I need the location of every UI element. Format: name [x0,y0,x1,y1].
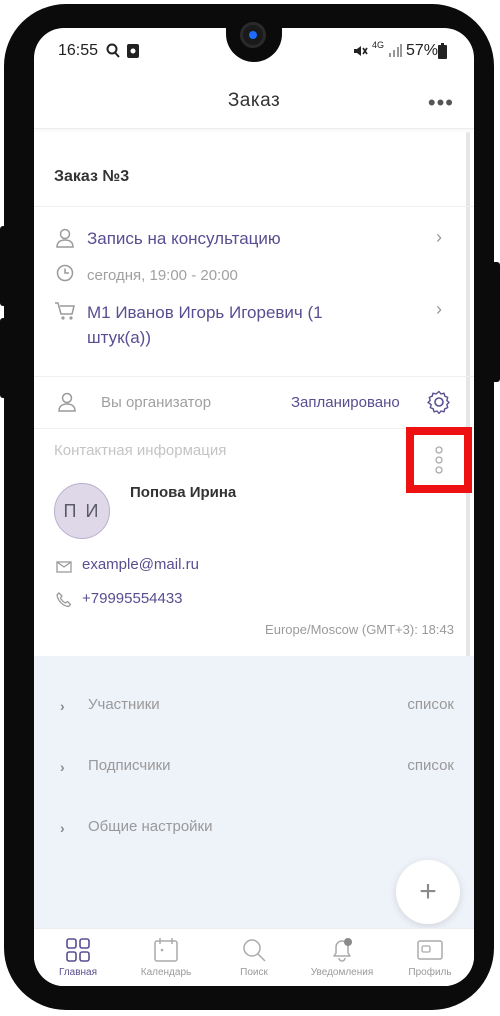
accordion-label: Участники [88,696,160,713]
tab-profile[interactable]: Профиль [386,929,474,986]
tab-label: Профиль [408,967,452,978]
schedule-text: сегодня, 19:00 - 20:00 [87,267,238,284]
battery-percent: 57% [406,42,439,59]
cart-icon [54,301,76,326]
tab-label: Главная [58,967,98,978]
accordion-general-settings[interactable]: › Общие настройки [34,810,474,850]
accordion-label: Подписчики [88,757,171,774]
tab-notifications[interactable]: Уведомления [298,929,386,986]
signal-icon [388,43,402,62]
avatar: П И [54,483,110,539]
timezone-text: Europe/Moscow (GMT+3): 18:43 [265,622,454,637]
search-icon [241,937,267,963]
phone-icon [56,592,72,613]
chevron-right-icon: › [60,820,65,836]
mute-icon [352,43,368,64]
list-link[interactable]: список [407,696,454,713]
page-title: Заказ [227,90,281,111]
accordion-label: Общие настройки [88,818,213,835]
battery-icon [438,43,447,64]
phone-link[interactable]: +79995554433 [82,590,183,607]
clock-icon [56,264,74,287]
status-time: 16:55 [58,42,99,59]
tab-calendar[interactable]: Календарь [122,929,210,986]
item-line-2[interactable]: штук(а)) [87,328,151,348]
tab-label: Поиск [240,967,268,978]
divider [34,376,474,377]
add-button[interactable]: + [396,860,460,924]
person-icon [56,228,74,253]
tab-label: Календарь [140,967,192,978]
bell-icon [329,937,355,963]
order-title: Заказ №3 [54,168,130,185]
app-screen: 16:55 4G 57% Заказ ••• Заказ №3 Запись н… [34,28,474,986]
service-link[interactable]: Запись на консультацию [87,229,281,249]
tab-home[interactable]: Главная [34,929,122,986]
volume-button [0,318,10,398]
divider [34,206,474,207]
search-status-icon [106,43,120,64]
power-button [490,262,500,382]
accordion-subscribers[interactable]: › Подписчики список [34,749,474,789]
gear-icon[interactable] [427,390,451,419]
chevron-right-icon[interactable]: › [436,227,442,248]
contact-section-label: Контактная информация [54,442,227,459]
chevron-right-icon: › [60,759,65,775]
email-link[interactable]: example@mail.ru [82,556,199,573]
chevron-right-icon[interactable]: › [436,299,442,320]
status-badge[interactable]: Запланировано [291,394,400,411]
profile-card-icon [417,937,443,963]
bottom-tab-bar: Главная Календарь Поиск Уведомления Проф… [34,928,474,986]
tab-search[interactable]: Поиск [210,929,298,986]
calendar-icon [153,937,179,963]
app-header: Заказ ••• [34,76,474,129]
mail-icon [56,560,72,578]
chevron-right-icon: › [60,698,65,714]
home-grid-icon [65,937,91,963]
front-camera [240,22,266,48]
volume-button [0,226,10,306]
organizer-text: Вы организатор [101,394,212,411]
more-dots-icon[interactable]: ••• [428,90,454,116]
app-status-icon [126,43,140,64]
person-icon [58,392,76,417]
network-label: 4G [372,40,385,50]
contact-name: Попова Ирина [130,484,237,501]
tab-label: Уведомления [310,967,374,978]
item-line-1[interactable]: M1 Иванов Игорь Игоревич (1 [87,303,323,323]
highlight-box [406,427,472,493]
accordion-participants[interactable]: › Участники список [34,688,474,728]
list-link[interactable]: список [407,757,454,774]
